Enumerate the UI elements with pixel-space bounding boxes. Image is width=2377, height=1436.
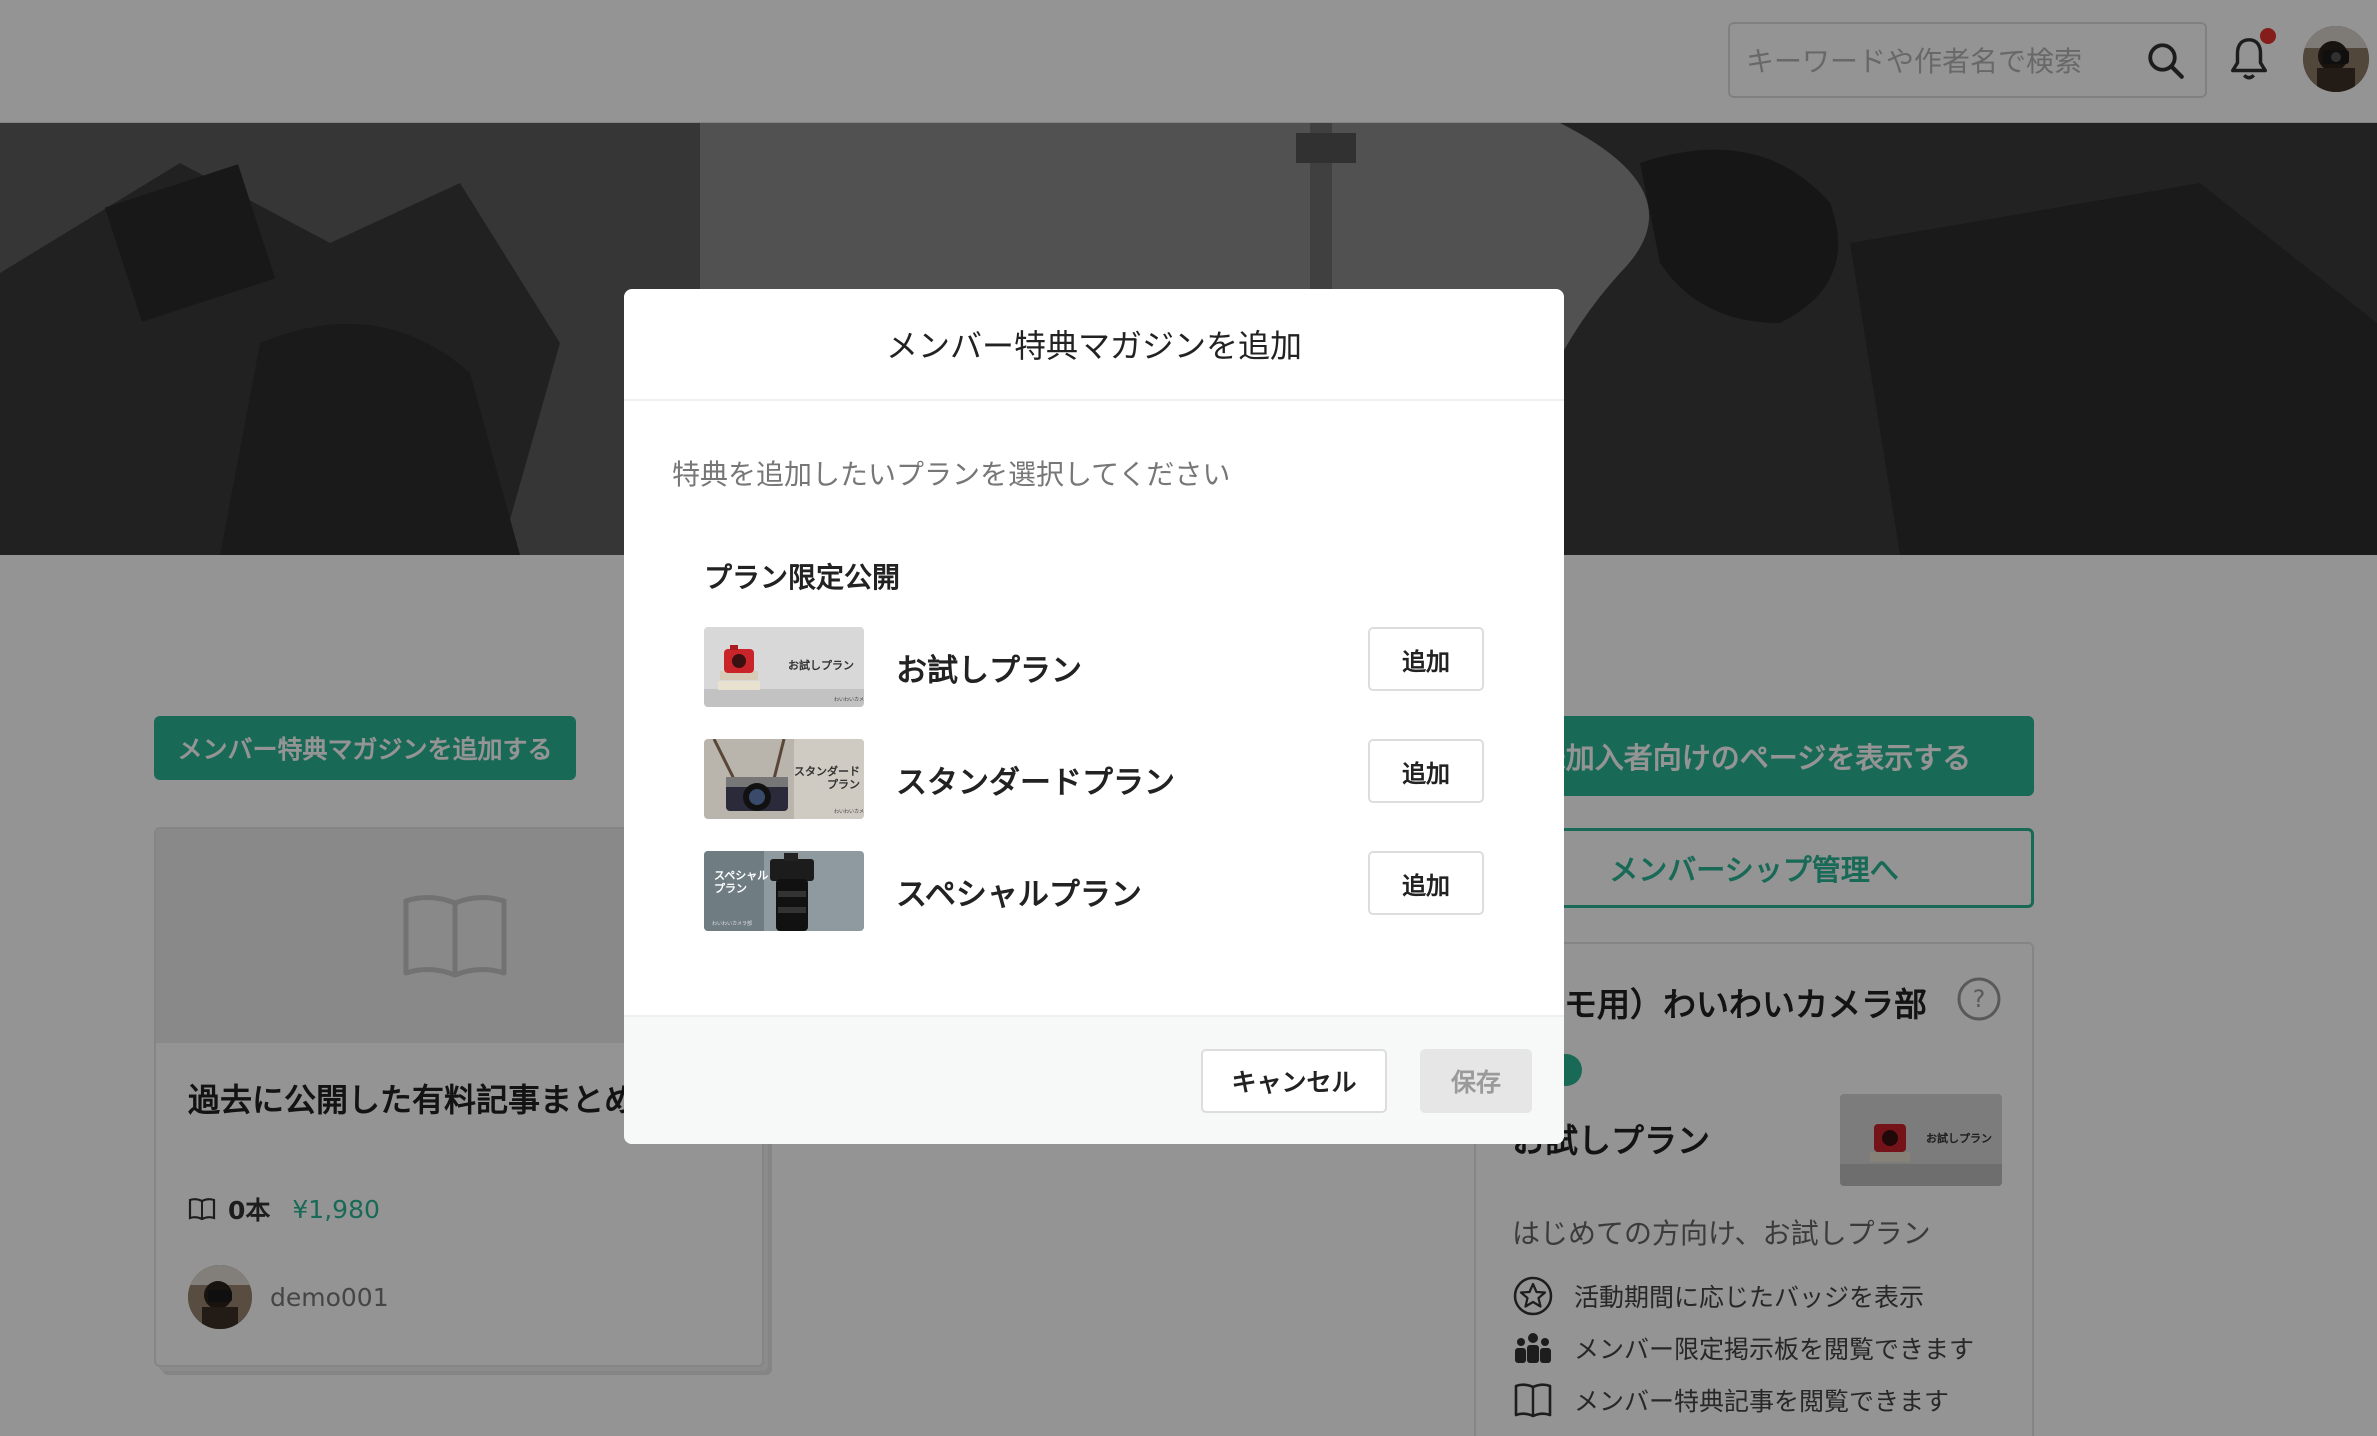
dialog-instruction: 特典を追加したいプランを選択してください (672, 458, 1231, 491)
plan-thumbnail: わいわいカメラ部 お試しプラン (704, 627, 864, 707)
add-member-magazine-dialog: メンバー特典マガジンを追加 特典を追加したいプランを選択してください プラン限定… (624, 289, 1564, 1144)
save-button[interactable]: 保存 (1420, 1049, 1532, 1113)
add-plan-button[interactable]: 追加 (1368, 851, 1484, 915)
plan-name: スタンダードプラン (896, 765, 1175, 801)
plan-name: お試しプラン (896, 653, 1082, 689)
plan-name: スペシャルプラン (896, 877, 1142, 913)
plan-section-label: プラン限定公開 (704, 561, 901, 594)
plan-thumb-text: スペシャル プラン (714, 869, 769, 895)
plan-thumb-text: スタンダード プラン (794, 765, 860, 791)
svg-text:わいわいカメラ部: わいわいカメラ部 (712, 920, 752, 927)
dialog-title: メンバー特典マガジンを追加 (885, 327, 1302, 365)
dialog-body: 特典を追加したいプランを選択してください プラン限定公開 わいわいカメラ部 お試… (624, 401, 1564, 1026)
svg-text:わいわいカメラ部: わいわいカメラ部 (834, 808, 864, 815)
dialog-header: メンバー特典マガジンを追加 (624, 289, 1564, 401)
plan-thumbnail: わいわいカメラ部 スペシャル プラン (704, 851, 864, 931)
plan-row-trial: わいわいカメラ部 お試しプラン お試しプラン 追加 (704, 627, 1484, 707)
svg-text:わいわいカメラ部: わいわいカメラ部 (834, 696, 864, 703)
plan-row-standard: わいわいカメラ部 スタンダード プラン スタンダードプラン 追加 (704, 739, 1484, 819)
add-plan-button[interactable]: 追加 (1368, 627, 1484, 691)
plan-thumbnail: わいわいカメラ部 スタンダード プラン (704, 739, 864, 819)
plan-row-special: わいわいカメラ部 スペシャル プラン スペシャルプラン 追加 (704, 851, 1484, 931)
cancel-button[interactable]: キャンセル (1201, 1049, 1387, 1113)
plan-thumb-text: お試しプラン (788, 659, 854, 672)
add-plan-button[interactable]: 追加 (1368, 739, 1484, 803)
dialog-footer: キャンセル 保存 (624, 1015, 1564, 1144)
